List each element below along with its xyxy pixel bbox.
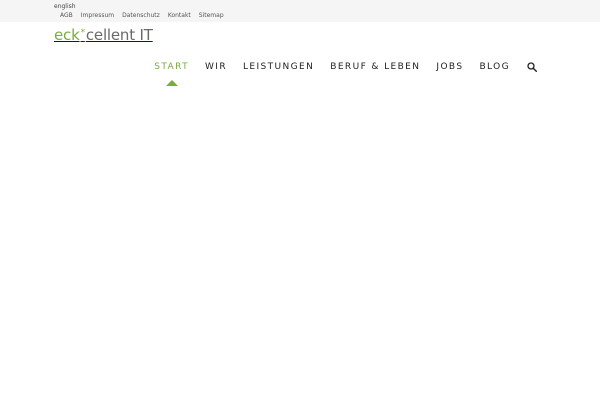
logo[interactable]: eck*cellent IT: [54, 26, 153, 44]
nav-item-jobs[interactable]: JOBS: [436, 60, 463, 74]
nav-item-leistungen[interactable]: LEISTUNGEN: [243, 60, 314, 74]
nav-item-start[interactable]: START: [154, 60, 189, 86]
logo-part-eck: eck: [54, 26, 80, 44]
search-icon: [527, 62, 537, 72]
meta-link-impressum[interactable]: Impressum: [81, 12, 114, 19]
search-button[interactable]: [526, 60, 538, 74]
top-bar: english AGB Impressum Datenschutz Kontak…: [0, 0, 600, 22]
language-link-english[interactable]: english: [54, 3, 76, 10]
meta-links: AGB Impressum Datenschutz Kontakt Sitema…: [60, 12, 224, 19]
meta-link-agb[interactable]: AGB: [60, 12, 73, 19]
meta-link-sitemap[interactable]: Sitemap: [199, 12, 224, 19]
logo-part-cellent: cellent IT: [85, 26, 153, 44]
nav-item-wir[interactable]: WIR: [205, 60, 227, 74]
nav-item-blog[interactable]: BLOG: [479, 60, 510, 74]
meta-link-kontakt[interactable]: Kontakt: [168, 12, 191, 19]
main-navigation: START WIR LEISTUNGEN BERUF & LEBEN JOBS …: [154, 60, 538, 86]
active-nav-marker: [165, 80, 178, 86]
meta-link-datenschutz[interactable]: Datenschutz: [122, 12, 160, 19]
nav-item-beruf-leben[interactable]: BERUF & LEBEN: [330, 60, 420, 74]
logo-asterisk: *: [80, 28, 86, 38]
